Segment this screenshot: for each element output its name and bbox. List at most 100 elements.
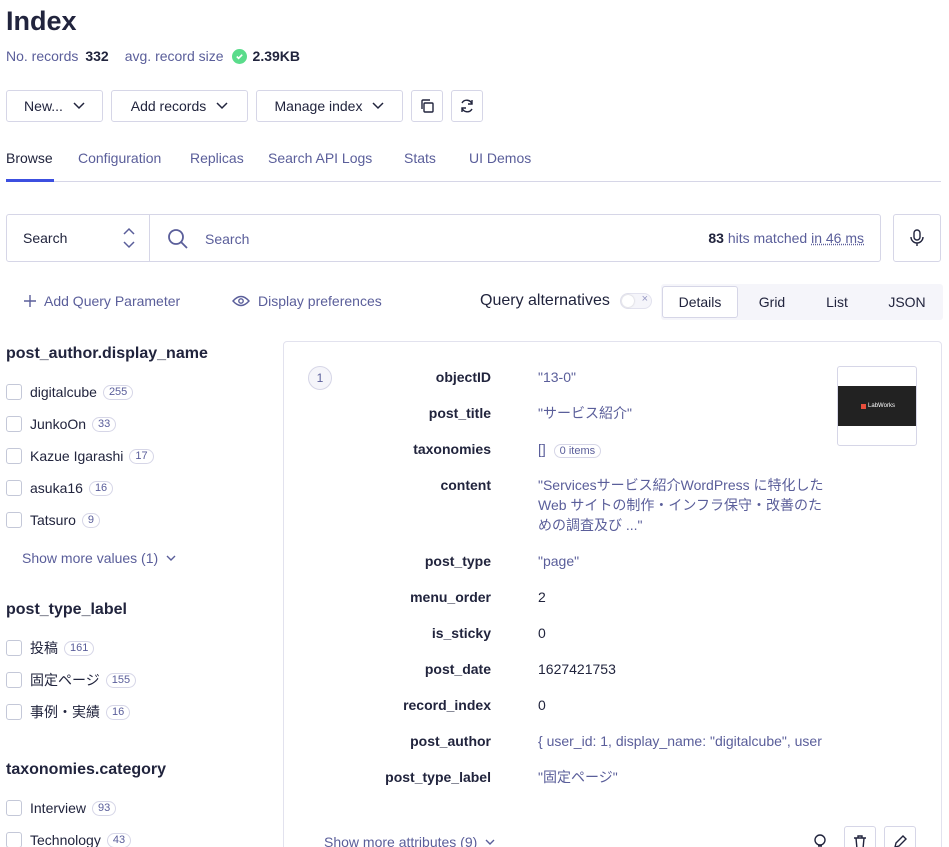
chevron-down-icon	[216, 102, 228, 110]
facet-item-label: digitalcube	[30, 384, 97, 400]
attr-value: "固定ページ"	[538, 769, 618, 785]
tab-ui-demos[interactable]: UI Demos	[469, 150, 531, 166]
checkbox[interactable]	[6, 384, 22, 400]
chevron-down-icon	[166, 555, 176, 561]
delete-record-button[interactable]	[844, 826, 876, 847]
checkbox[interactable]	[6, 704, 22, 720]
facet-item[interactable]: 投稿 161	[6, 638, 95, 658]
facet-item-label: Kazue Igarashi	[30, 448, 124, 464]
index-tabs: Browse Configuration Replicas Search API…	[6, 148, 941, 182]
checkbox[interactable]	[6, 640, 22, 656]
add-records-button[interactable]: Add records	[111, 90, 248, 122]
facet-item[interactable]: digitalcube 255	[6, 382, 134, 402]
search-bar: Search 83 hits matched in 46 ms	[6, 214, 881, 262]
facet-item-label: 固定ページ	[30, 672, 100, 688]
view-details[interactable]: Details	[662, 286, 738, 318]
pencil-icon	[894, 835, 907, 847]
display-preferences-label: Display preferences	[258, 293, 382, 309]
chevron-updown-icon	[123, 227, 135, 249]
facet-item-label: Tatsuro	[30, 512, 76, 528]
facet-count: 255	[102, 384, 134, 400]
attr-key: post_author	[410, 733, 491, 749]
refresh-button[interactable]	[451, 90, 483, 122]
facet-item[interactable]: asuka16 16	[6, 478, 114, 498]
refresh-icon	[461, 99, 473, 113]
tab-search-api-logs[interactable]: Search API Logs	[268, 150, 372, 166]
checkbox[interactable]	[6, 480, 22, 496]
checkbox[interactable]	[6, 672, 22, 688]
search-mode-label: Search	[23, 230, 68, 246]
facet-item[interactable]: 事例・実績 16	[6, 702, 131, 722]
attr-value: []	[538, 441, 546, 457]
record-rank: 1	[308, 366, 332, 390]
attr-key: objectID	[435, 369, 491, 385]
hits-text: hits matched	[727, 230, 808, 246]
manage-index-button[interactable]: Manage index	[256, 90, 403, 122]
ranking-info-button[interactable]	[804, 826, 836, 847]
attr-value: 0	[538, 625, 546, 641]
new-button[interactable]: New...	[6, 90, 103, 122]
checkbox[interactable]	[6, 800, 22, 816]
checkbox[interactable]	[6, 512, 22, 528]
view-list[interactable]: List	[806, 286, 868, 318]
processing-time: in 46 ms	[811, 230, 864, 246]
attr-key: content	[440, 477, 491, 493]
records-label: No. records	[6, 48, 79, 64]
tab-configuration[interactable]: Configuration	[78, 150, 161, 166]
facet-count: 9	[81, 512, 101, 528]
attr-value: "Servicesサービス紹介WordPress に特化した Web サイトの制…	[538, 477, 824, 533]
attr-key: post_type	[424, 553, 491, 569]
search-mode-select[interactable]: Search	[7, 215, 150, 261]
facet-item-label: Technology	[30, 832, 101, 847]
facet-item-label: Interview	[30, 800, 87, 816]
facet-item-label: JunkoOn	[30, 416, 87, 432]
attr-value: 1627421753	[538, 661, 616, 677]
checkbox[interactable]	[6, 832, 22, 847]
query-alternatives-label: Query alternatives	[480, 292, 610, 309]
voice-search-button[interactable]	[893, 214, 941, 262]
tab-browse[interactable]: Browse	[6, 150, 53, 166]
show-more-values-button[interactable]: Show more values (1)	[22, 550, 176, 566]
view-grid[interactable]: Grid	[741, 286, 803, 318]
attr-key: post_title	[428, 405, 491, 421]
facet-count: 155	[105, 672, 137, 688]
attr-key: menu_order	[410, 589, 491, 605]
display-preferences-button[interactable]: Display preferences	[232, 293, 382, 309]
logo-mark	[861, 403, 867, 409]
tab-replicas[interactable]: Replicas	[190, 150, 244, 166]
facet-item[interactable]: Tatsuro 9	[6, 510, 101, 530]
edit-record-button[interactable]	[884, 826, 916, 847]
show-more-attributes-button[interactable]: Show more attributes (9)	[324, 834, 495, 847]
copy-button[interactable]	[411, 90, 443, 122]
page-title: Index	[6, 6, 77, 36]
size-value: 2.39KB	[252, 48, 301, 64]
search-input[interactable]	[205, 229, 665, 249]
attr-key: record_index	[403, 697, 491, 713]
attr-value: 2	[538, 589, 546, 605]
close-icon: ×	[641, 293, 648, 305]
checkbox[interactable]	[6, 416, 22, 432]
add-query-parameter-button[interactable]: Add Query Parameter	[24, 293, 180, 309]
attr-value: "13-0"	[538, 369, 576, 385]
thumbnail-banner: LabWorks	[838, 386, 916, 426]
view-switcher: Details Grid List JSON	[661, 284, 943, 320]
query-alternatives-toggle[interactable]: ×	[620, 293, 652, 309]
facet-item[interactable]: JunkoOn 33	[6, 414, 117, 434]
logo-text: LabWorks	[868, 403, 895, 409]
index-stats: No. records 332 avg. record size 2.39KB	[6, 48, 300, 64]
show-more-attributes-label: Show more attributes (9)	[324, 834, 478, 847]
hits-count: 83	[708, 230, 724, 246]
facet-item[interactable]: Interview 93	[6, 798, 117, 818]
attr-value: "サービス紹介"	[538, 405, 632, 421]
facet-item[interactable]: Technology 43	[6, 830, 132, 847]
facet-item[interactable]: Kazue Igarashi 17	[6, 446, 154, 466]
checkbox[interactable]	[6, 448, 22, 464]
tab-stats[interactable]: Stats	[404, 150, 436, 166]
view-json[interactable]: JSON	[873, 286, 941, 318]
facet-item[interactable]: 固定ページ 155	[6, 670, 137, 690]
attr-key: is_sticky	[431, 625, 491, 641]
microphone-icon	[910, 229, 924, 246]
eye-icon	[232, 295, 250, 307]
attr-key: post_type_label	[385, 769, 491, 785]
facet-title: taxonomies.category	[6, 761, 167, 778]
